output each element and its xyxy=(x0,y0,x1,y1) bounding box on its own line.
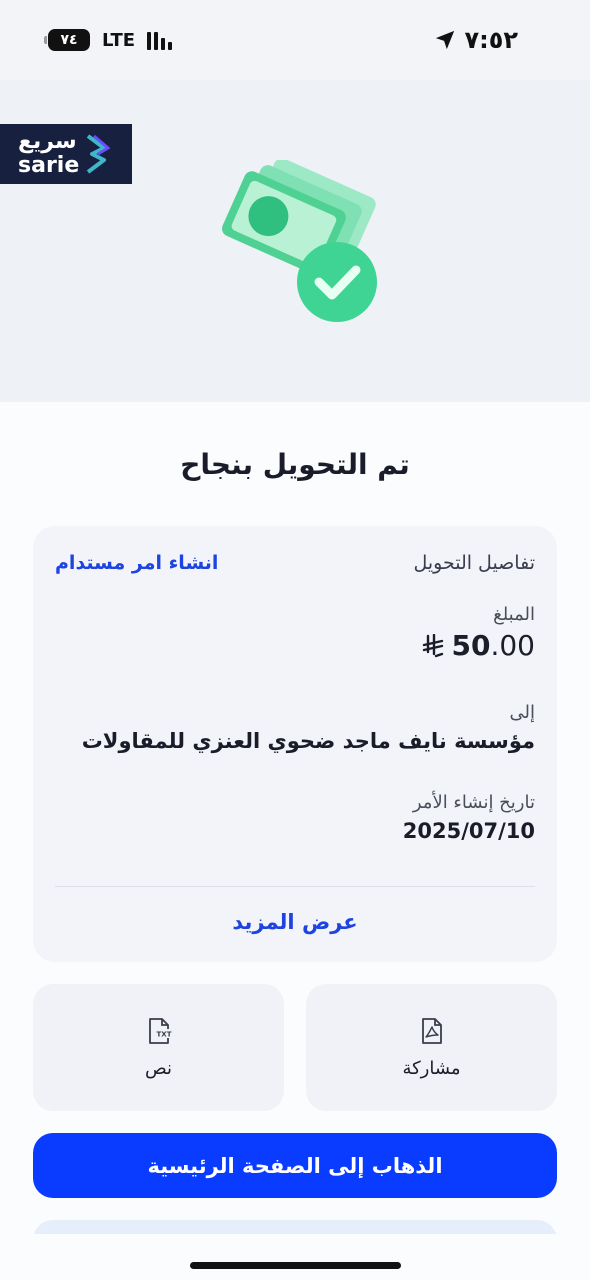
battery-icon: ٧٤ xyxy=(44,29,90,51)
bottom-area xyxy=(0,1234,590,1280)
svg-text:TXT: TXT xyxy=(156,1031,171,1039)
date-label: تاريخ إنشاء الأمر xyxy=(412,792,535,813)
home-indicator[interactable] xyxy=(190,1262,401,1269)
status-indicators: ٧٤ LTE xyxy=(44,29,173,51)
text-button[interactable]: TXT نص xyxy=(33,984,284,1111)
create-standing-order-link[interactable]: انشاء امر مستدام xyxy=(55,552,218,574)
recipient-field: إلى مؤسسة نايف ماجد ضحوي العنزي للمقاولا… xyxy=(55,702,535,753)
pdf-file-icon xyxy=(421,1018,442,1044)
share-button[interactable]: مشاركة xyxy=(306,984,557,1111)
status-time-group: ٧:٥٢ xyxy=(434,26,518,54)
show-more-link[interactable]: عرض المزيد xyxy=(33,910,557,934)
logo-text-ar: سريع xyxy=(18,129,77,154)
page-title: تم التحويل بنجاح xyxy=(180,448,410,481)
divider xyxy=(55,886,535,887)
battery-level: ٧٤ xyxy=(60,32,78,48)
recipient-value: مؤسسة نايف ماجد ضحوي العنزي للمقاولات xyxy=(81,729,535,753)
date-field: تاريخ إنشاء الأمر 2025/07/10 xyxy=(55,792,535,843)
date-value: 2025/07/10 xyxy=(402,819,535,843)
network-type: LTE xyxy=(102,29,136,51)
share-button-label: مشاركة xyxy=(402,1058,461,1079)
text-button-label: نص xyxy=(144,1058,173,1079)
money-success-illustration xyxy=(222,160,377,322)
status-bar: ٧٤ LTE ٧:٥٢ xyxy=(0,0,590,80)
go-home-button[interactable]: الذهاب إلى الصفحة الرئيسية xyxy=(33,1133,557,1198)
clock: ٧:٥٢ xyxy=(464,26,518,54)
amount-label: المبلغ xyxy=(493,604,535,625)
logo-mark-icon xyxy=(86,134,110,174)
card-header: تفاصيل التحويل انشاء امر مستدام xyxy=(55,552,535,574)
logo-text-en: sarie xyxy=(18,153,80,178)
sarie-logo: سريع sarie xyxy=(0,124,132,184)
recipient-label: إلى xyxy=(509,702,536,723)
signal-icon xyxy=(147,30,173,50)
amount-value: 50.00 xyxy=(55,629,535,662)
amount-field: المبلغ 50.00 xyxy=(55,604,535,662)
hero-area: سريع sarie xyxy=(0,80,590,402)
card-title: تفاصيل التحويل xyxy=(413,552,535,574)
riyal-currency-icon xyxy=(422,633,443,657)
amount-whole: 50 xyxy=(451,629,491,662)
amount-decimals: .00 xyxy=(490,629,535,662)
transfer-details-card: تفاصيل التحويل انشاء امر مستدام المبلغ 5… xyxy=(33,526,557,962)
location-arrow-icon xyxy=(436,30,455,50)
txt-file-icon: TXT xyxy=(148,1018,172,1044)
